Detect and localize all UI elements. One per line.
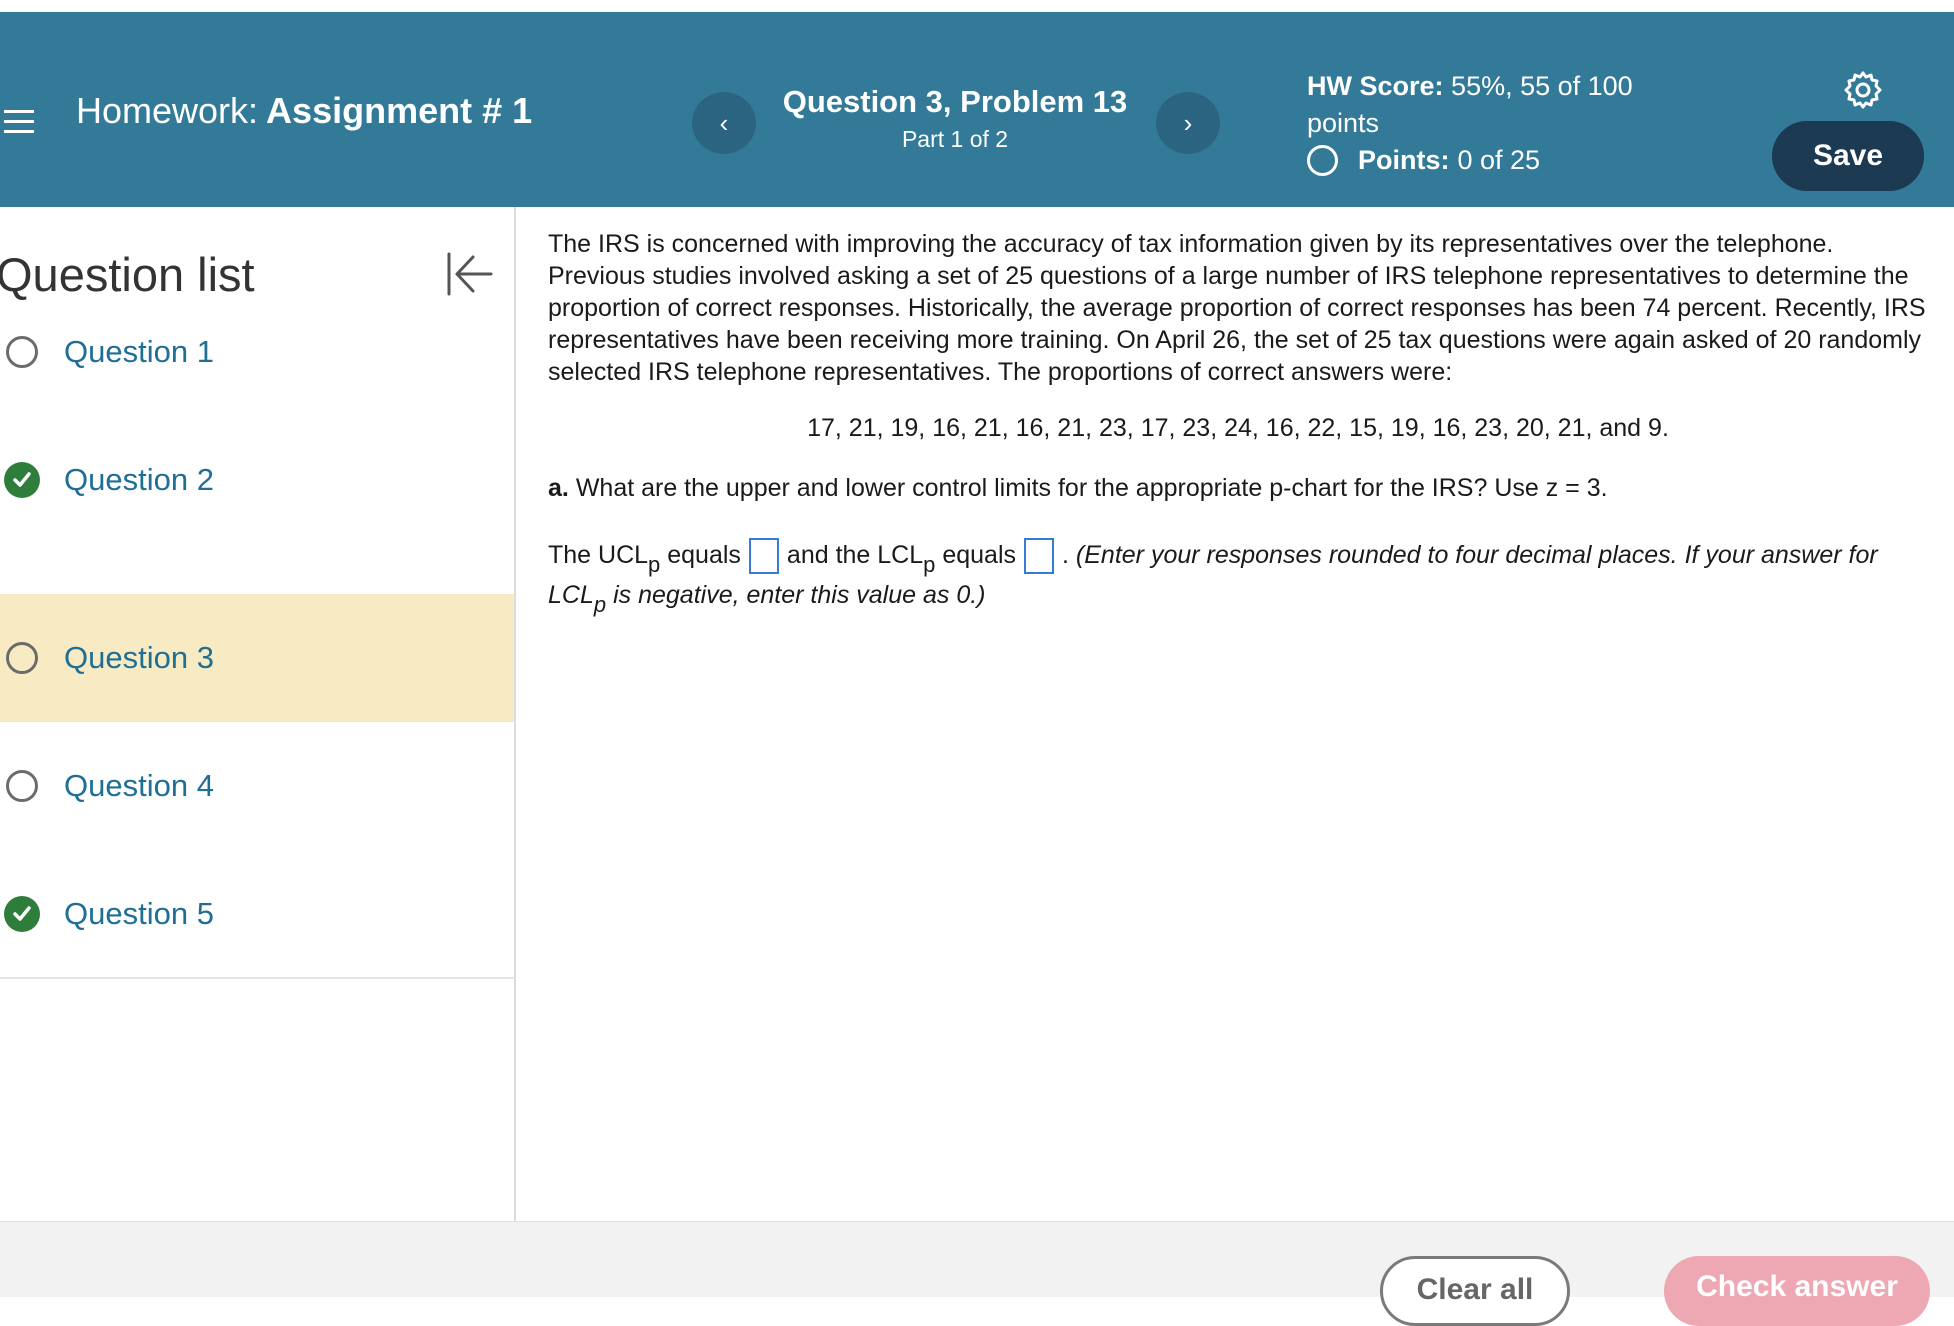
answer-text: and the LCL	[786, 541, 924, 569]
checkmark-icon	[4, 462, 40, 498]
question-list-item-1[interactable]: Question 1	[0, 288, 514, 416]
footer-bar: Clear all Check answer	[0, 1221, 1954, 1326]
save-button[interactable]: Save	[1772, 121, 1924, 191]
question-item-label: Question 2	[64, 462, 214, 497]
assignment-header: Homework: Assignment # 1 ‹ Question 3, Pr…	[0, 12, 1954, 207]
top-strip	[0, 0, 1954, 12]
question-list-item-5[interactable]: Question 5	[0, 850, 514, 978]
chevron-right-icon: ›	[1183, 107, 1193, 138]
subscript-p: p	[593, 592, 607, 617]
points-status-icon	[1307, 145, 1338, 176]
subscript-p: p	[923, 552, 936, 577]
problem-paragraph: The IRS is concerned with improving the …	[548, 230, 1926, 386]
homework-title: Homework: Assignment # 1	[76, 90, 532, 132]
lcl-input-box[interactable]	[1024, 538, 1055, 575]
part-a-label: a.	[548, 474, 569, 502]
assignment-name: Assignment # 1	[266, 90, 533, 131]
unanswered-circle-icon	[6, 336, 38, 368]
question-title: Question 3, Problem 13	[782, 84, 1128, 119]
sidebar-divider	[0, 977, 514, 979]
question-item-label: Question 3	[64, 640, 214, 675]
points-label: Points:	[1358, 145, 1450, 175]
chevron-left-icon: ‹	[719, 107, 729, 138]
homework-label: Homework:	[76, 90, 259, 131]
gear-icon[interactable]	[1843, 70, 1883, 110]
problem-data-line: 17, 21, 19, 16, 21, 16, 21, 23, 17, 23, …	[807, 414, 1669, 442]
checkmark-icon	[4, 896, 40, 932]
answer-instruction: (Enter your responses rounded to four de…	[548, 541, 1878, 616]
answer-text: equals	[942, 541, 1017, 569]
clear-all-button[interactable]: Clear all	[1380, 1256, 1570, 1326]
hamburger-menu-icon[interactable]	[4, 108, 34, 136]
answer-text: The UCL	[548, 541, 649, 569]
instruction-text: is negative, enter this value as 0.)	[613, 581, 986, 609]
check-answer-button[interactable]: Check answer	[1664, 1256, 1930, 1326]
subscript-p: p	[648, 552, 661, 577]
points-value: 0 of 25	[1457, 145, 1541, 175]
part-a-text: What are the upper and lower control lim…	[575, 474, 1608, 502]
question-part: Part 1 of 2	[901, 126, 1009, 152]
part-a-question: a. What are the upper and lower control …	[548, 474, 1608, 503]
question-list-item-4[interactable]: Question 4	[0, 722, 514, 850]
hw-score: HW Score: 55%, 55 of 100 points	[1307, 68, 1687, 142]
ucl-input-box[interactable]	[748, 538, 779, 575]
question-item-label: Question 1	[64, 334, 214, 369]
question-list-item-3[interactable]: Question 3	[0, 594, 514, 722]
next-question-button[interactable]: ›	[1156, 92, 1220, 154]
question-list-item-2[interactable]: Question 2	[0, 416, 514, 544]
hw-score-label: HW Score:	[1307, 71, 1444, 101]
problem-statement: The IRS is concerned with improving the …	[548, 228, 1928, 388]
unanswered-circle-icon	[6, 642, 38, 674]
answer-text: equals	[667, 541, 741, 569]
previous-question-button[interactable]: ‹	[692, 92, 756, 154]
question-list-sidebar: Question list Question 1 Question 2 Ques…	[0, 207, 516, 1221]
points-status: Points: 0 of 25	[1307, 145, 1540, 176]
question-item-label: Question 5	[64, 896, 214, 931]
unanswered-circle-icon	[6, 770, 38, 802]
question-item-label: Question 4	[64, 768, 214, 803]
answer-text: .	[1062, 541, 1069, 569]
answer-sentence: The UCLp equals and the LCLp equals. (Ent…	[548, 535, 1938, 616]
